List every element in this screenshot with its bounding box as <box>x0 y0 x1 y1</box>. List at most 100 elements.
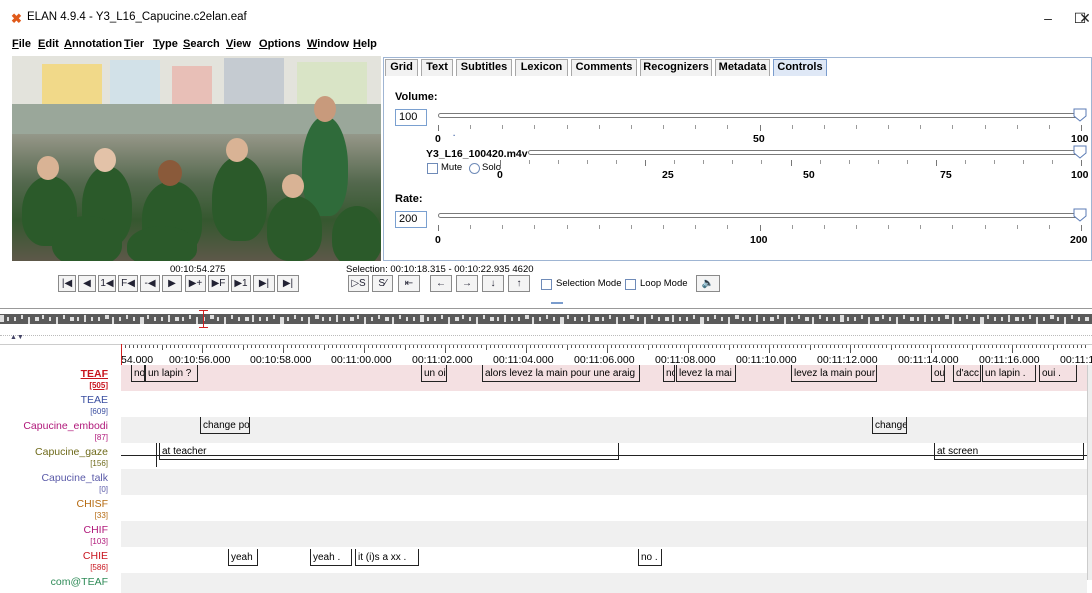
solo-radio[interactable] <box>469 163 480 174</box>
tier-label[interactable]: CHISF [33] <box>77 499 109 521</box>
ruler-subtick <box>814 345 815 348</box>
tier-row-chisf[interactable] <box>121 495 1087 521</box>
vertical-scrollbar[interactable] <box>1087 365 1092 580</box>
tier-count: [156] <box>90 459 108 468</box>
transport-button-0[interactable]: |◀ <box>58 275 76 292</box>
tier-row-capucine_talk[interactable] <box>121 469 1087 495</box>
tier-label[interactable]: Capucine_gaze [156] <box>35 447 108 469</box>
selection-button-1[interactable]: S⁄ <box>372 275 393 292</box>
transport-button-6[interactable]: ▶+ <box>185 275 206 292</box>
annotation-bounds <box>872 417 907 434</box>
tab-controls[interactable]: Controls <box>773 59 827 76</box>
menu-edit[interactable]: Edit <box>38 38 59 50</box>
media-slider-thumb[interactable] <box>1073 145 1087 159</box>
tier-label[interactable]: TEAF [505] <box>81 369 108 391</box>
rate-slider[interactable] <box>438 213 1082 218</box>
ruler-subtick <box>332 345 333 348</box>
tab-metadata[interactable]: Metadata <box>715 59 770 76</box>
tab-grid[interactable]: Grid <box>385 59 418 76</box>
menu-help[interactable]: Help <box>353 38 377 50</box>
tier-row-chif[interactable] <box>121 521 1087 547</box>
transport-button-4[interactable]: -◀ <box>140 275 160 292</box>
menu-view[interactable]: View <box>226 38 251 50</box>
menu-tier[interactable]: Tier <box>124 38 144 50</box>
slider-tick <box>732 160 733 164</box>
tab-comments[interactable]: Comments <box>571 59 637 76</box>
transport-button-8[interactable]: ▶1 <box>231 275 251 292</box>
transport-button-2[interactable]: 1◀ <box>98 275 116 292</box>
tier-label[interactable]: TEAE [609] <box>81 395 108 417</box>
tier-label[interactable]: CHIF [103] <box>84 525 109 547</box>
volume-slider-thumb[interactable] <box>1073 108 1087 122</box>
mute-checkbox[interactable] <box>427 163 438 174</box>
transport-button-10[interactable]: ▶| <box>277 275 299 292</box>
speaker-icon[interactable]: 🔈 <box>696 275 720 292</box>
rate-value-field[interactable]: 200 <box>395 211 427 228</box>
tier-label[interactable]: CHIE [586] <box>83 551 108 573</box>
tier-count: [586] <box>90 563 108 572</box>
current-time: 00:10:54.275 <box>170 264 226 275</box>
media-volume-slider[interactable] <box>528 150 1082 155</box>
overview-mark <box>189 315 191 319</box>
timeline-overview[interactable] <box>0 314 1092 324</box>
volume-value-field[interactable]: 100 <box>395 109 427 126</box>
tier-row-teae[interactable] <box>121 391 1087 417</box>
ruler-subtick <box>1020 345 1021 348</box>
selection-button-4[interactable]: → <box>456 275 478 292</box>
overview-mark <box>322 317 324 321</box>
sort-arrows-icon[interactable]: ▲▼ <box>10 334 24 341</box>
menu-annotation[interactable]: Annotation <box>64 38 122 50</box>
selection-mode-checkbox[interactable] <box>541 279 552 290</box>
annotation-bounds <box>931 365 945 382</box>
transport-button-9[interactable]: ▶| <box>253 275 275 292</box>
transport-button-7[interactable]: ▶F <box>208 275 229 292</box>
splitter-handle[interactable] <box>551 302 563 304</box>
ruler-subtick <box>1004 345 1005 348</box>
tab-subtitles[interactable]: Subtitles <box>456 59 512 76</box>
close-button[interactable]: ✕ <box>1078 6 1092 30</box>
ruler-subtick <box>1081 345 1082 348</box>
selection-button-0[interactable]: ▷S <box>348 275 369 292</box>
overview-mark <box>833 317 835 321</box>
overview-mark <box>1036 317 1038 324</box>
selection-button-3[interactable]: ← <box>430 275 452 292</box>
overview-mark <box>420 315 424 322</box>
selection-button-5[interactable]: ↓ <box>482 275 504 292</box>
tier-label[interactable]: com@TEAF <box>51 577 108 588</box>
overview-mark <box>518 317 520 321</box>
ruler-subtick <box>384 345 385 348</box>
tier-row-capucine_embodi[interactable] <box>121 417 1087 443</box>
tier-row-chie[interactable] <box>121 547 1087 573</box>
loop-mode-checkbox[interactable] <box>625 279 636 290</box>
menu-type[interactable]: Type <box>153 38 178 50</box>
ruler-subtick <box>449 345 450 348</box>
volume-slider[interactable] <box>438 113 1082 118</box>
overview-mark <box>945 315 949 319</box>
tab-recognizers[interactable]: Recognizers <box>640 59 712 76</box>
overview-mark <box>1008 315 1010 322</box>
transport-button-3[interactable]: F◀ <box>118 275 138 292</box>
ruler-subtick <box>328 345 329 348</box>
menu-search[interactable]: Search <box>183 38 220 50</box>
time-ruler[interactable]: 54.000 00:10:56.000 00:10:58.000 00:11:00.… <box>0 344 1092 366</box>
ruler-subtick <box>388 345 389 348</box>
tier-label[interactable]: Capucine_talk [0] <box>41 473 108 495</box>
tier-label[interactable]: Capucine_embodi [87] <box>23 421 108 443</box>
rate-slider-thumb[interactable] <box>1073 208 1087 222</box>
minimize-button[interactable]: – <box>1030 6 1066 30</box>
ruler-subtick <box>210 345 211 348</box>
menu-file[interactable]: File <box>12 38 31 50</box>
transport-button-5[interactable]: ▶ <box>162 275 182 292</box>
tab-text[interactable]: Text <box>421 59 453 76</box>
tier-row-com@teaf[interactable] <box>121 573 1087 593</box>
slider-tick <box>558 160 559 164</box>
overview-mark <box>448 317 450 324</box>
transport-button-1[interactable]: ◀ <box>78 275 96 292</box>
slider-tick <box>616 160 617 164</box>
selection-button-2[interactable]: ⇤ <box>398 275 420 292</box>
menu-options[interactable]: Options <box>259 38 301 50</box>
tab-lexicon[interactable]: Lexicon <box>515 59 568 76</box>
selection-button-6[interactable]: ↑ <box>508 275 530 292</box>
video-viewer[interactable] <box>12 56 381 261</box>
menu-window[interactable]: Window <box>307 38 349 50</box>
